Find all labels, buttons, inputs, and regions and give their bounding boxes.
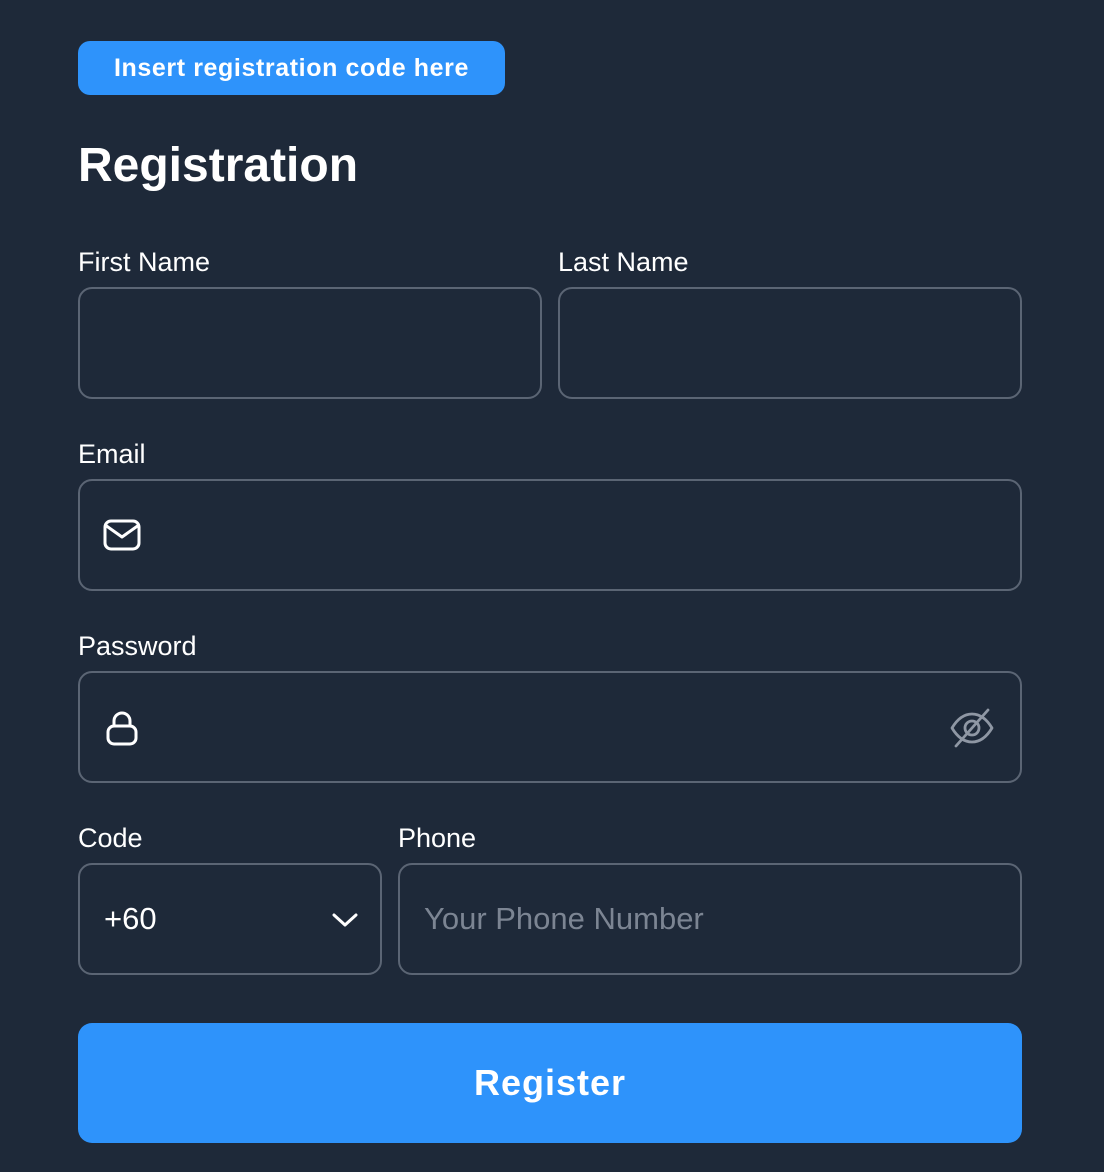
chevron-down-icon xyxy=(330,909,360,931)
last-name-input[interactable] xyxy=(560,289,1020,397)
password-label: Password xyxy=(78,631,197,661)
register-button[interactable]: Register xyxy=(78,1023,1022,1143)
email-label: Email xyxy=(78,439,146,469)
first-name-input[interactable] xyxy=(80,289,540,397)
code-label: Code xyxy=(78,823,143,853)
last-name-label: Last Name xyxy=(558,247,689,277)
password-field xyxy=(78,671,1022,783)
phone-field xyxy=(398,863,1022,975)
country-code-select[interactable]: +60 xyxy=(78,863,382,975)
phone-input[interactable] xyxy=(400,865,1020,973)
country-code-value: +60 xyxy=(104,901,157,936)
phone-label: Phone xyxy=(398,823,477,853)
page-title: Registration xyxy=(78,139,359,192)
email-input[interactable] xyxy=(80,481,1020,589)
first-name-label: First Name xyxy=(78,247,211,277)
email-field xyxy=(78,479,1022,591)
insert-registration-code-button[interactable]: Insert registration code here xyxy=(78,41,505,95)
last-name-field xyxy=(558,287,1022,399)
eye-off-icon[interactable] xyxy=(948,705,996,751)
first-name-field xyxy=(78,287,542,399)
password-input[interactable] xyxy=(80,673,1020,781)
